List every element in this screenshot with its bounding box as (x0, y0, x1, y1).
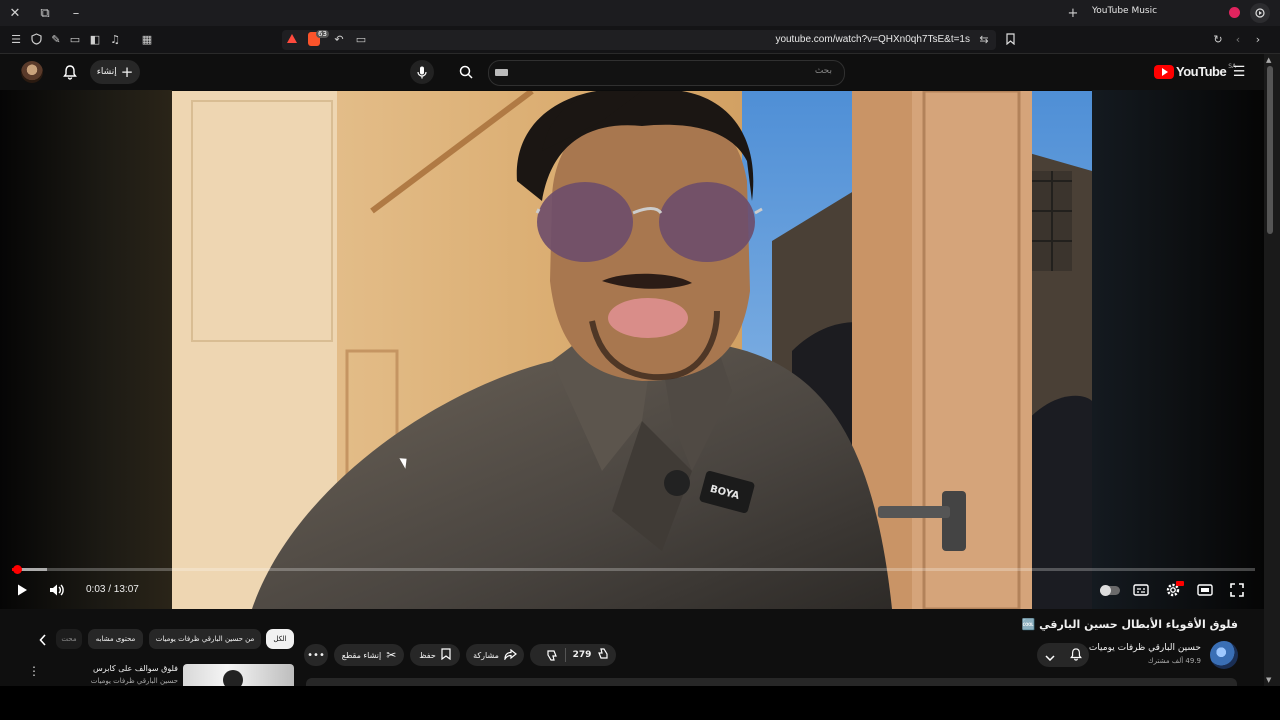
channel-name[interactable]: حسين البارقي ظرفات يوميات (1089, 643, 1201, 653)
close-window-icon[interactable]: ✕ (4, 2, 26, 24)
settings-gear-icon[interactable] (1161, 578, 1185, 602)
subscriber-count: 49.9 ألف مشترك (1147, 657, 1201, 665)
plus-icon: + (120, 63, 134, 81)
like-button[interactable] (596, 648, 608, 662)
scrollbar-thumb[interactable] (1267, 66, 1273, 234)
guide-menu-icon[interactable]: ☰ (1231, 64, 1247, 80)
url-text[interactable]: youtube.com/watch?v=QHXn0qh7TsE&t=1s (775, 34, 970, 45)
reload-icon[interactable]: ↻ (1210, 31, 1226, 47)
like-count: 279 (572, 650, 592, 660)
video-frame-illustration: BOYA (172, 91, 1092, 609)
like-icon (598, 648, 608, 659)
search-icon[interactable] (450, 61, 482, 83)
share-icon (504, 648, 517, 662)
shields-count-badge: 63 (316, 30, 329, 38)
volume-icon[interactable] (45, 578, 69, 602)
save-button[interactable]: حفظ (410, 644, 460, 666)
menu-icon[interactable]: ☰ (8, 31, 24, 47)
chip-partial[interactable]: محت (56, 629, 82, 649)
subtitles-icon[interactable] (1129, 578, 1153, 602)
keyboard-icon[interactable] (495, 69, 508, 76)
brave-rewards-icon[interactable] (287, 34, 297, 43)
chip-from-channel[interactable]: من حسين البارقي ظرفات يوميات (149, 629, 261, 649)
shield-icon[interactable] (28, 31, 44, 47)
bottom-letterbox (0, 686, 1280, 720)
minimize-window-icon[interactable]: – (65, 2, 87, 24)
scrubber-handle[interactable] (13, 565, 22, 574)
create-button[interactable]: إنشاء + (90, 60, 140, 84)
theater-mode-icon[interactable] (1193, 578, 1217, 602)
sidebar-icon[interactable]: ◧ (87, 31, 103, 47)
related-video-title[interactable]: فلوق سوالف على كابرس (93, 664, 178, 673)
ambient-glow-left (0, 90, 172, 609)
music-icon[interactable]: ♫ (107, 31, 123, 47)
related-video-thumbnail[interactable] (183, 664, 294, 686)
extensions-icon[interactable]: ✎ (48, 31, 64, 47)
channel-avatar[interactable] (1210, 641, 1238, 669)
chevron-down-icon (1044, 646, 1055, 665)
related-video-channel: حسين البارقي ظرفات يوميات (90, 677, 178, 685)
bell-icon (1069, 646, 1082, 665)
autoplay-toggle-icon[interactable] (1098, 578, 1122, 602)
clip-label: إنشاء مقطع (341, 650, 382, 660)
dislike-icon (546, 650, 557, 661)
description-box[interactable] (306, 678, 1237, 686)
calendar-icon[interactable]: ▦ (139, 31, 155, 47)
create-label: إنشاء (96, 67, 117, 77)
chip-all[interactable]: الكل (266, 629, 294, 649)
scroll-up-icon[interactable]: ▲ (1266, 56, 1271, 64)
screen-icon[interactable]: ▭ (353, 31, 369, 47)
video-frame[interactable]: BOYA (172, 91, 1092, 609)
youtube-play-logo-icon (1154, 64, 1174, 79)
forward-icon[interactable]: › (1250, 31, 1266, 47)
like-dislike-group: 279 (530, 644, 616, 666)
tab-manager-icon[interactable]: ▭ (67, 31, 83, 47)
youtube-logo[interactable]: YouTube SA (1154, 63, 1236, 79)
profile-icon[interactable] (1250, 3, 1270, 23)
restore-window-icon[interactable]: ⧉ (34, 2, 56, 24)
browser-titlebar: ✕ ⧉ – + YouTube Music (0, 0, 1280, 26)
chip-related[interactable]: محتوى مشابه (88, 629, 143, 649)
share-label: مشاركة (473, 650, 499, 660)
save-bookmark-icon (441, 648, 451, 662)
notifications-bell-icon[interactable] (60, 62, 80, 82)
related-more-icon[interactable]: ⋮ (28, 664, 40, 680)
youtube-music-tab-icon (1229, 7, 1240, 18)
like-divider (565, 648, 566, 662)
undo-icon[interactable]: ↶ (331, 31, 347, 47)
save-label: حفظ (419, 650, 436, 660)
fullscreen-icon[interactable] (1225, 578, 1249, 602)
tab-title[interactable]: YouTube Music (1092, 6, 1157, 16)
time-display: 0:03 / 13:07 (86, 584, 139, 595)
dislike-button[interactable] (538, 649, 568, 661)
progress-bar[interactable] (12, 568, 1255, 571)
subscribed-notifications-button[interactable] (1037, 643, 1089, 667)
clip-button[interactable]: إنشاء مقطع ✂ (334, 644, 404, 666)
new-tab-icon[interactable]: + (1062, 2, 1084, 24)
site-settings-icon[interactable]: ⇆ (976, 31, 992, 47)
avatar[interactable] (21, 61, 43, 83)
search-input[interactable] (488, 60, 845, 86)
thumbnail-figure (223, 670, 243, 686)
video-title: فلوق الأقوياء الأبطال حسين البارقي 🆒 (1021, 618, 1238, 631)
logo-text: YouTube (1176, 64, 1227, 79)
bookmark-icon[interactable] (1002, 31, 1018, 47)
more-icon: ••• (307, 649, 325, 661)
play-icon[interactable] (10, 578, 34, 602)
scroll-down-icon[interactable]: ▼ (1266, 676, 1271, 684)
more-actions-button[interactable]: ••• (304, 644, 328, 666)
chips-scroll-left-icon[interactable] (35, 632, 51, 648)
ambient-glow-right (1092, 90, 1264, 609)
share-button[interactable]: مشاركة (466, 644, 524, 666)
search-placeholder: بحث (814, 66, 832, 76)
hd-badge (1176, 581, 1184, 586)
scissors-icon: ✂ (386, 648, 397, 662)
back-icon[interactable]: ‹ (1230, 31, 1246, 47)
voice-search-mic-icon[interactable] (410, 60, 434, 84)
